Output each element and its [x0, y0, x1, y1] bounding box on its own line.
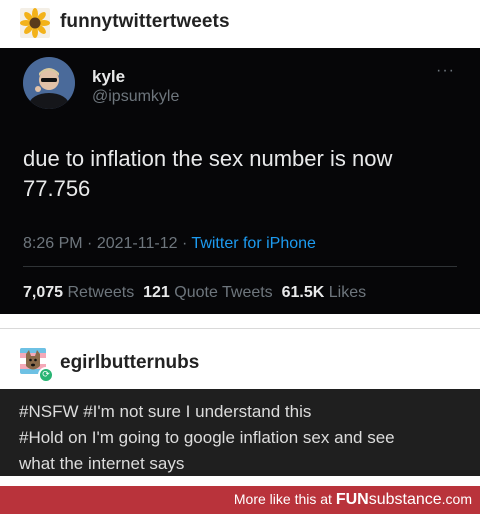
footer-domain: .com [441, 491, 472, 507]
tweet-card: kyle @ipsumkyle ··· due to inflation the… [0, 48, 480, 314]
sunflower-avatar-icon[interactable] [20, 8, 50, 38]
tweet-text: due to inflation the sex number is now 7… [23, 146, 393, 201]
quote-tweets-label[interactable]: Quote Tweets [174, 284, 272, 301]
kyle-avatar-icon[interactable] [23, 57, 75, 109]
footer-brand-bold: FUN [335, 491, 369, 508]
retweets-count[interactable]: 7,075 [23, 284, 63, 301]
likes-label[interactable]: Likes [329, 284, 366, 301]
retweets-label[interactable]: Retweets [68, 284, 135, 301]
reblog-icon: ⟳ [38, 367, 54, 383]
meta-separator: · [181, 235, 188, 252]
meta-separator: · [87, 235, 93, 252]
tags-line-3[interactable]: what the internet says [19, 451, 469, 477]
post-tags: #NSFW #I'm not sure I understand this #H… [0, 389, 480, 476]
quote-tweets-count[interactable]: 121 [143, 284, 170, 301]
post-header-egirlbutternubs: ⟳ egirlbutternubs [0, 329, 480, 389]
spacer [0, 314, 480, 328]
tags-line-1[interactable]: #NSFW #I'm not sure I understand this [19, 399, 469, 425]
tweet-metadata: 8:26 PM · 2021-11-12 · Twitter for iPhon… [23, 235, 316, 253]
post-header-funnytwittertweets: funnytwittertweets [0, 0, 480, 48]
tweet-date: 2021-11-12 [96, 235, 178, 252]
post-username[interactable]: egirlbutternubs [60, 352, 199, 374]
more-options-icon[interactable]: ··· [436, 62, 455, 80]
tweet-time: 8:26 PM [23, 235, 83, 252]
footer-text[interactable]: More like this at FUNsubstance.com [234, 491, 472, 509]
tweet-stats: 7,075 Retweets 121 Quote Tweets 61.5K Li… [23, 284, 366, 302]
likes-count[interactable]: 61.5K [282, 284, 325, 301]
spacer [0, 476, 480, 486]
footer-prefix: More like this at [233, 491, 336, 507]
divider [23, 266, 457, 267]
footer-brand-rest: substance [368, 491, 442, 508]
post-username[interactable]: funnytwittertweets [60, 11, 230, 33]
tweet-author-handle[interactable]: @ipsumkyle [92, 88, 179, 106]
tweet-author-name[interactable]: kyle [92, 67, 125, 87]
footer-watermark: More like this at FUNsubstance.com [0, 486, 480, 514]
tweet-source-link[interactable]: Twitter for iPhone [191, 235, 316, 252]
tags-line-2[interactable]: #Hold on I'm going to google inflation s… [19, 425, 469, 451]
